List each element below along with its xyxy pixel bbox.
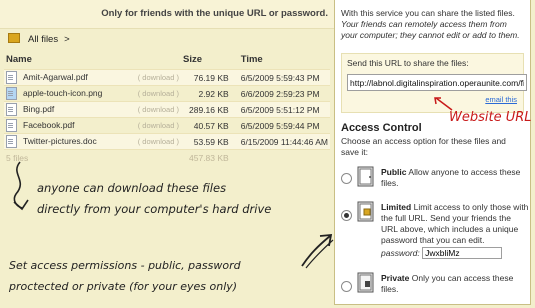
total-size: 457.83 KB (180, 149, 239, 165)
document-icon (6, 103, 17, 116)
access-control-description: Choose an access option for these files … (341, 136, 506, 157)
document-icon (6, 119, 17, 132)
note-line: proctected or private (for your eyes onl… (9, 280, 238, 293)
lock-icon (357, 201, 374, 222)
column-name[interactable]: Name (4, 52, 136, 70)
share-panel: With this service you can share the list… (334, 0, 531, 305)
option-private[interactable]: Private Only you can access these files. (341, 270, 524, 300)
file-time: 6/15/2009 11:44:46 AM (238, 133, 330, 150)
option-title: Public (381, 167, 407, 177)
download-note: anyone can download these files directly… (37, 178, 337, 220)
download-link[interactable]: ( download ) (135, 101, 181, 118)
table-row: Twitter-pictures.doc ( download ) 53.59 … (4, 133, 330, 150)
password-label: password: (381, 248, 420, 258)
column-download (136, 52, 181, 70)
private-radio[interactable] (341, 281, 352, 292)
note-line: Set access permissions - public, passwor… (9, 259, 241, 272)
table-row: Amit-Agarwal.pdf ( download ) 76.19 KB 6… (4, 69, 330, 86)
password-field[interactable] (422, 247, 503, 259)
note-line: anyone can download these files (37, 181, 227, 195)
total-row: 5 files 457.83 KB (4, 149, 330, 165)
file-size: 40.57 KB (180, 117, 239, 134)
file-size: 53.59 KB (180, 133, 239, 150)
file-table: Name Size Time Amit-Agarwal.pdf ( downlo… (4, 52, 330, 165)
padlock-icon (357, 272, 374, 293)
document-icon (6, 135, 17, 148)
download-link[interactable]: ( download ) (135, 85, 181, 102)
file-time: 6/5/2009 5:59:44 PM (238, 117, 330, 134)
option-title: Private (381, 273, 410, 283)
limited-option-text: Limited Limit access to only those with … (381, 202, 529, 259)
url-label: Send this URL to share the files: (347, 58, 469, 68)
curved-arrow-icon (13, 161, 29, 211)
download-link[interactable]: ( download ) (135, 133, 181, 150)
file-name-link[interactable]: Bing.pdf (23, 104, 54, 114)
top-bar: Only for friends with the unique URL or … (0, 0, 334, 29)
download-link[interactable]: ( download ) (135, 117, 181, 134)
breadcrumb-all-files[interactable]: All files (28, 34, 58, 45)
download-link[interactable]: ( download ) (135, 69, 181, 86)
file-size: 76.19 KB (180, 69, 239, 86)
private-option-text: Private Only you can access these files. (381, 273, 529, 295)
option-limited[interactable]: Limited Limit access to only those with … (341, 201, 528, 259)
option-public[interactable]: Public Allow anyone to access these file… (341, 166, 524, 196)
file-list-pane: Only for friends with the unique URL or … (0, 0, 334, 308)
globe-icon (357, 166, 374, 187)
file-size: 289.16 KB (180, 101, 239, 118)
file-time: 6/5/2009 5:51:12 PM (238, 101, 330, 118)
intro-italic-text: Your friends can remotely access them fr… (341, 19, 520, 40)
service-intro: With this service you can share the list… (335, 0, 530, 47)
share-url-field[interactable] (347, 74, 527, 91)
image-icon (6, 87, 17, 100)
public-option-text: Public Allow anyone to access these file… (381, 167, 529, 189)
intro-text: With this service you can share the list… (341, 8, 515, 18)
file-name-link[interactable]: Amit-Agarwal.pdf (23, 72, 88, 82)
column-time[interactable]: Time (239, 52, 330, 70)
file-name-link[interactable]: Twitter-pictures.doc (23, 136, 97, 146)
file-time: 6/5/2009 5:59:43 PM (238, 69, 330, 86)
access-notice: Only for friends with the unique URL or … (101, 8, 328, 19)
file-time: 6/6/2009 2:59:23 PM (238, 85, 330, 102)
file-name-link[interactable]: apple-touch-icon.png (23, 88, 102, 98)
breadcrumb: All files > (8, 33, 70, 48)
column-size[interactable]: Size (181, 52, 239, 70)
document-icon (6, 71, 17, 84)
email-this-link[interactable]: email this (485, 94, 517, 105)
option-title: Limited (381, 202, 412, 212)
table-row: apple-touch-icon.png ( download ) 2.92 K… (4, 85, 330, 102)
table-row: Bing.pdf ( download ) 289.16 KB 6/5/2009… (4, 101, 330, 118)
public-radio[interactable] (341, 173, 352, 184)
website-url-annotation: Website URL (449, 110, 532, 125)
breadcrumb-separator: > (64, 34, 70, 45)
limited-radio[interactable] (341, 210, 352, 221)
folder-icon (8, 33, 20, 44)
file-size: 2.92 KB (180, 85, 239, 102)
table-row: Facebook.pdf ( download ) 40.57 KB 6/5/2… (4, 117, 330, 134)
arrow-icon (301, 233, 334, 269)
file-name-link[interactable]: Facebook.pdf (23, 120, 75, 130)
table-header: Name Size Time (4, 52, 330, 70)
permissions-note: Set access permissions - public, passwor… (9, 255, 329, 297)
note-line: directly from your computer's hard drive (37, 202, 272, 216)
